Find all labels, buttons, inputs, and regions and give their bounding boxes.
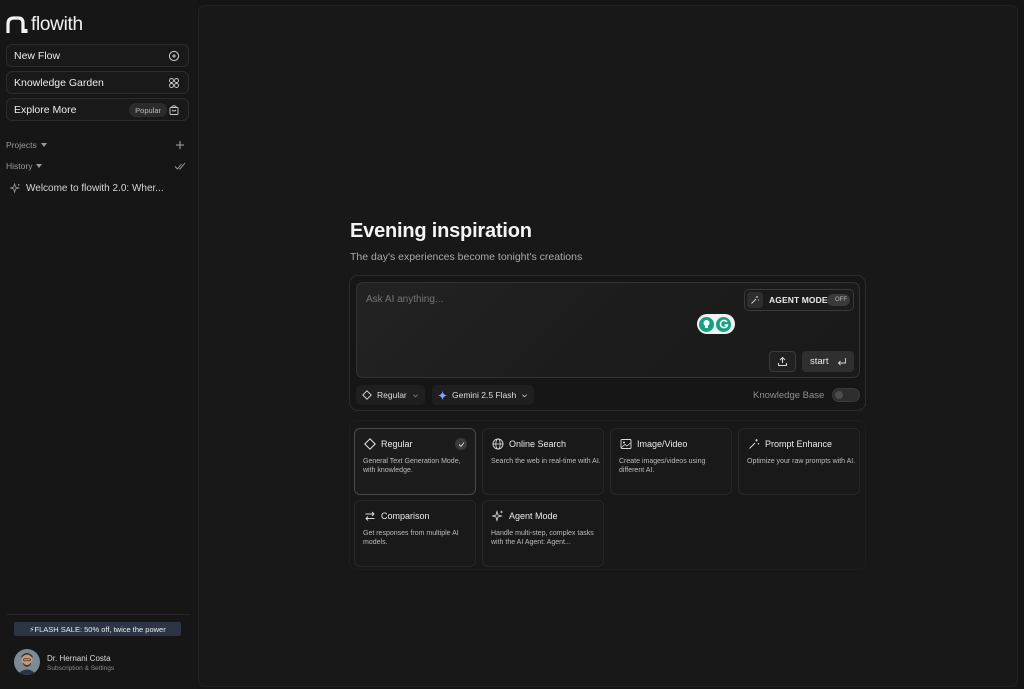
mode-description: Handle multi-step, complex tasks with th…: [491, 530, 594, 546]
popular-badge: Popular: [129, 103, 167, 117]
explore-more-button[interactable]: Explore More Popular: [6, 98, 189, 121]
mode-description: General Text Generation Mode, with knowl…: [363, 458, 461, 474]
chevron-down-icon: [40, 143, 47, 147]
model-select-value: Gemini 2.5 Flash: [452, 390, 517, 400]
mode-title: Regular: [381, 439, 413, 449]
sidebar: flowith New Flow Knowledge Garden Explor…: [0, 0, 197, 689]
mode-card-prompt-enhance[interactable]: Prompt Enhance Optimize your raw prompts…: [738, 428, 860, 495]
enter-key-icon: [837, 358, 846, 366]
mode-description: Create images/videos using different AI.: [619, 458, 706, 474]
mode-card-regular[interactable]: Regular General Text Generation Mode, wi…: [354, 428, 476, 495]
agent-mode-control[interactable]: AGENT MODE OFF: [744, 289, 854, 311]
new-flow-button[interactable]: New Flow: [6, 44, 189, 67]
start-button[interactable]: start: [802, 351, 854, 372]
magic-wand-icon: [747, 292, 763, 308]
swap-icon: [365, 511, 375, 521]
chevron-down-icon: [522, 393, 528, 397]
flowith-logo-icon: [6, 16, 28, 33]
chevron-down-icon: [412, 393, 418, 397]
add-project-icon[interactable]: [174, 139, 186, 151]
knowledge-garden-button[interactable]: Knowledge Garden: [6, 71, 189, 94]
projects-section-header[interactable]: Projects: [6, 138, 186, 152]
page-subtitle: The day's experiences become tonight's c…: [350, 251, 583, 263]
prompt-input[interactable]: [366, 294, 726, 305]
chat-plus-icon: [168, 50, 180, 62]
sparkle-icon: [492, 510, 503, 522]
mode-description: Search the web in real-time with AI.: [491, 458, 601, 465]
history-item[interactable]: Welcome to flowith 2.0: Wher...: [10, 180, 186, 196]
diamond-icon: [362, 390, 372, 400]
mode-card-agent-mode[interactable]: Agent Mode Handle multi-step, complex ta…: [482, 500, 604, 567]
diamond-icon: [364, 438, 376, 450]
bag-icon: [169, 105, 179, 115]
projects-label: Projects: [6, 140, 37, 150]
gemini-icon: [438, 390, 447, 400]
mode-card-online-search[interactable]: Online Search Search the web in real-tim…: [482, 428, 604, 495]
app-name: flowith: [31, 14, 83, 35]
mode-title: Agent Mode: [509, 511, 558, 521]
flash-sale-banner[interactable]: ⚡FLASH SALE: 50% off, twice the power: [14, 622, 181, 636]
user-name[interactable]: Dr. Hernani Costa: [47, 654, 111, 663]
user-subtitle[interactable]: Subscription & Settings: [47, 665, 114, 672]
knowledge-base-label: Knowledge Base: [753, 390, 825, 401]
mode-description: Optimize your raw prompts with AI.: [747, 458, 856, 465]
lightbulb-icon: [699, 316, 714, 332]
mode-title: Image/Video: [637, 439, 688, 449]
grammarly-g-icon: [716, 316, 731, 332]
upload-button[interactable]: [769, 351, 796, 372]
start-label: start: [810, 356, 829, 367]
avatar[interactable]: [14, 649, 40, 675]
upload-icon: [778, 356, 787, 366]
mode-card-image-video[interactable]: Image/Video Create images/videos using d…: [610, 428, 732, 495]
globe-icon: [492, 438, 504, 450]
app-logo[interactable]: flowith: [6, 13, 83, 37]
history-item-title: Welcome to flowith 2.0: Wher...: [26, 182, 164, 194]
sidebar-divider: [6, 614, 190, 615]
check-all-icon[interactable]: [174, 160, 186, 172]
chevron-down-icon: [36, 164, 43, 168]
model-select[interactable]: Gemini 2.5 Flash: [432, 385, 535, 405]
page-title: Evening inspiration: [350, 220, 532, 242]
agent-mode-label: AGENT MODE: [769, 295, 828, 305]
mode-title: Comparison: [381, 511, 430, 521]
grid-flower-icon: [169, 78, 179, 88]
check-icon: [455, 438, 467, 450]
mode-select-value: Regular: [377, 390, 407, 400]
grammarly-widget[interactable]: [697, 314, 735, 334]
mode-title: Prompt Enhance: [765, 439, 833, 449]
image-icon: [620, 439, 632, 449]
agent-mode-toggle[interactable]: OFF: [827, 294, 850, 306]
new-flow-label: New Flow: [14, 49, 61, 62]
user-avatar-image: [14, 649, 40, 675]
mode-title: Online Search: [509, 439, 567, 449]
mode-description: Get responses from multiple AI models.: [363, 530, 459, 546]
explore-more-label: Explore More: [14, 103, 77, 116]
mode-select[interactable]: Regular: [356, 385, 425, 405]
history-section-header[interactable]: History: [6, 159, 186, 173]
knowledge-base-toggle[interactable]: [832, 388, 860, 402]
sparkle-icon: [10, 182, 21, 194]
wand-icon: [749, 439, 760, 449]
history-label: History: [6, 161, 33, 171]
knowledge-garden-label: Knowledge Garden: [14, 76, 104, 89]
mode-card-comparison[interactable]: Comparison Get responses from multiple A…: [354, 500, 476, 567]
